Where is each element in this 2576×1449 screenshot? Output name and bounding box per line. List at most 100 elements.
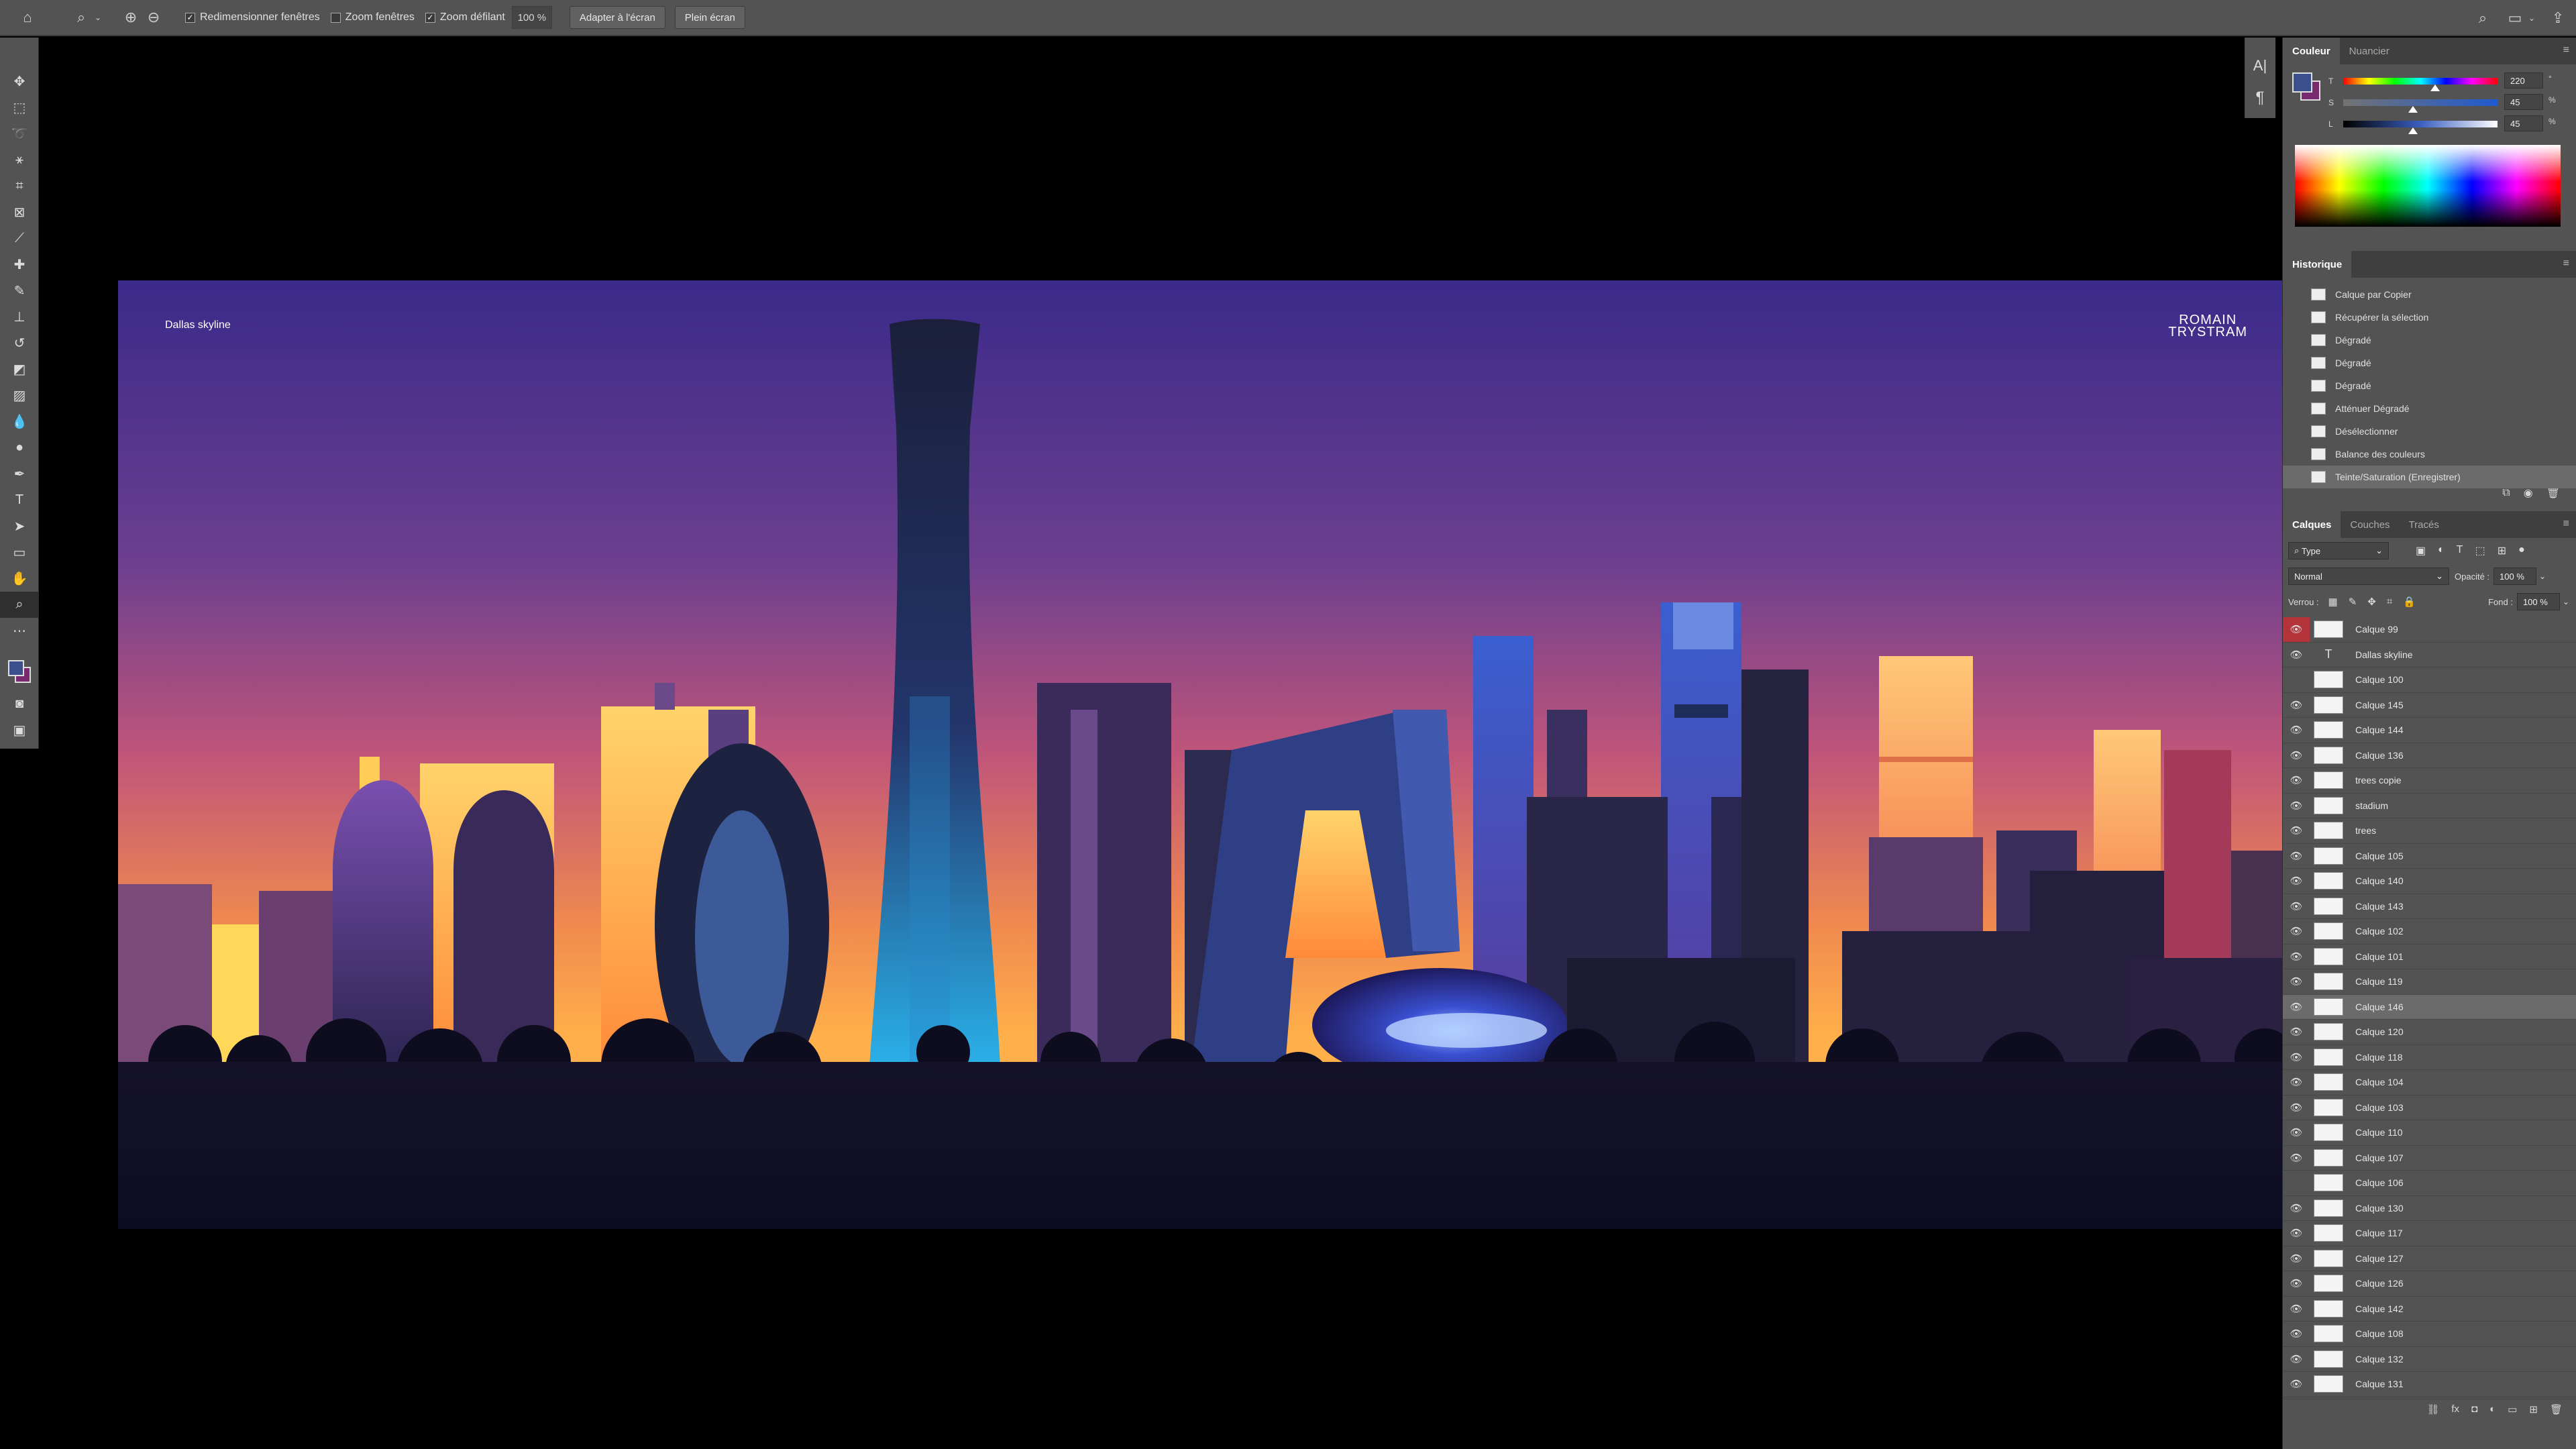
- layer-row[interactable]: 👁 trees copie: [2283, 768, 2576, 794]
- visibility-eye-icon[interactable]: 👁: [2283, 749, 2310, 761]
- tab-color[interactable]: Couleur: [2283, 38, 2340, 64]
- history-item[interactable]: Calque par Copier: [2283, 283, 2576, 306]
- new-group-folder-icon[interactable]: ▭: [2508, 1403, 2517, 1415]
- saturation-slider[interactable]: [2343, 99, 2498, 106]
- adjustment-layer-icon[interactable]: ◐: [2489, 1403, 2496, 1415]
- visibility-eye-icon[interactable]: 👁: [2283, 1001, 2310, 1013]
- gradient-tool-icon[interactable]: ▨: [0, 382, 39, 409]
- visibility-eye-icon[interactable]: 👁: [2283, 900, 2310, 912]
- history-item[interactable]: Dégradé: [2283, 329, 2576, 352]
- fit-screen-button[interactable]: Adapter à l'écran: [569, 6, 665, 29]
- hue-slider[interactable]: [2343, 78, 2498, 85]
- link-layers-icon[interactable]: ⛓: [2426, 1403, 2439, 1415]
- zoom-tool-icon[interactable]: ⌕: [0, 592, 39, 618]
- layer-row[interactable]: 👁 Calque 118: [2283, 1045, 2576, 1070]
- layer-row[interactable]: 👁 Calque 142: [2283, 1297, 2576, 1322]
- layer-row[interactable]: 👁 Calque 107: [2283, 1146, 2576, 1171]
- add-mask-icon[interactable]: ◘: [2471, 1403, 2477, 1415]
- tab-layers[interactable]: Calques: [2283, 511, 2341, 538]
- panel-menu-icon[interactable]: ≡: [2563, 44, 2569, 56]
- t-value-field[interactable]: 220: [2504, 72, 2543, 89]
- lasso-tool-icon[interactable]: ➰: [0, 121, 39, 147]
- visibility-eye-icon[interactable]: 👁: [2283, 875, 2310, 887]
- rectangle-tool-icon[interactable]: ▭: [0, 539, 39, 566]
- layer-row[interactable]: 👁 Calque 140: [2283, 869, 2576, 894]
- chevron-down-icon[interactable]: ⌄: [2539, 572, 2546, 581]
- lock-artboard-icon[interactable]: ⌗: [2387, 596, 2392, 608]
- visibility-eye-icon[interactable]: 👁: [2283, 975, 2310, 987]
- filter-smart-object-icon[interactable]: ⊞: [2498, 544, 2506, 557]
- opacity-field[interactable]: 100 %: [2493, 568, 2537, 585]
- visibility-eye-icon[interactable]: 👁: [2283, 1277, 2310, 1289]
- scrubby-zoom-checkbox[interactable]: ✓ Zoom défilant: [425, 11, 505, 23]
- zoom-windows-checkbox[interactable]: Zoom fenêtres: [330, 11, 415, 23]
- visibility-eye-icon[interactable]: 👁: [2283, 1152, 2310, 1164]
- layer-row[interactable]: 👁 Calque 105: [2283, 844, 2576, 869]
- layer-row[interactable]: 👁 trees: [2283, 818, 2576, 844]
- history-item[interactable]: Atténuer Dégradé: [2283, 397, 2576, 420]
- tab-swatches[interactable]: Nuancier: [2340, 38, 2399, 64]
- layer-row[interactable]: Calque 106: [2283, 1171, 2576, 1196]
- visibility-eye-icon[interactable]: 👁: [2283, 1328, 2310, 1340]
- lightness-slider[interactable]: [2343, 121, 2498, 127]
- color-swatches[interactable]: [0, 644, 38, 691]
- filter-toggle-icon[interactable]: ●: [2518, 544, 2525, 557]
- history-item[interactable]: Teinte/Saturation (Enregistrer): [2283, 466, 2576, 488]
- history-item[interactable]: Dégradé: [2283, 374, 2576, 397]
- tab-channels[interactable]: Couches: [2341, 511, 2399, 538]
- filter-pixel-icon[interactable]: ▣: [2416, 544, 2426, 557]
- layer-style-fx-icon[interactable]: fx: [2451, 1403, 2459, 1415]
- visibility-eye-icon[interactable]: 👁: [2283, 1076, 2310, 1088]
- visibility-eye-icon[interactable]: 👁: [2283, 617, 2310, 642]
- blur-tool-icon[interactable]: 💧: [0, 409, 39, 435]
- path-selection-tool-icon[interactable]: ➤: [0, 513, 39, 539]
- foreground-color-swatch[interactable]: [8, 660, 24, 676]
- workspace-icon[interactable]: ▭: [2504, 7, 2526, 30]
- saturation-slider-thumb[interactable]: [2408, 106, 2418, 113]
- layer-row[interactable]: 👁 Calque 144: [2283, 718, 2576, 743]
- visibility-eye-icon[interactable]: 👁: [2283, 1227, 2310, 1239]
- history-item[interactable]: Récupérer la sélection: [2283, 306, 2576, 329]
- trash-icon[interactable]: 🗑: [2550, 1403, 2563, 1415]
- hand-tool-icon[interactable]: ✋: [0, 566, 39, 592]
- history-brush-tool-icon[interactable]: ↺: [0, 330, 39, 356]
- layer-row[interactable]: 👁 Calque 136: [2283, 743, 2576, 768]
- layer-row[interactable]: 👁 T Dallas skyline: [2283, 643, 2576, 667]
- filter-shape-icon[interactable]: ⬚: [2475, 544, 2485, 557]
- visibility-eye-icon[interactable]: 👁: [2283, 1126, 2310, 1138]
- marquee-tool-icon[interactable]: ⬚: [0, 95, 39, 121]
- layer-row[interactable]: 👁 Calque 99: [2283, 617, 2576, 643]
- type-tool-icon[interactable]: T: [0, 487, 39, 513]
- history-item[interactable]: Balance des couleurs: [2283, 443, 2576, 466]
- layer-row[interactable]: 👁 Calque 131: [2283, 1372, 2576, 1397]
- layer-row[interactable]: 👁 Calque 126: [2283, 1271, 2576, 1297]
- chevron-down-icon[interactable]: ⌄: [2526, 7, 2537, 30]
- filter-type-icon[interactable]: T: [2457, 544, 2463, 557]
- tab-paths[interactable]: Tracés: [2400, 511, 2449, 538]
- search-icon[interactable]: ⌕: [2471, 7, 2494, 30]
- layer-row[interactable]: 👁 Calque 130: [2283, 1196, 2576, 1221]
- zoom-out-icon[interactable]: ⊖: [142, 6, 165, 29]
- layer-row[interactable]: 👁 Calque 104: [2283, 1070, 2576, 1095]
- layer-row[interactable]: 👁 Calque 102: [2283, 919, 2576, 945]
- visibility-eye-icon[interactable]: 👁: [2283, 1102, 2310, 1114]
- history-item[interactable]: Désélectionner: [2283, 420, 2576, 443]
- visibility-eye-icon[interactable]: 👁: [2283, 824, 2310, 837]
- lightness-slider-thumb[interactable]: [2408, 127, 2418, 134]
- eraser-tool-icon[interactable]: ◩: [0, 356, 39, 382]
- visibility-eye-icon[interactable]: 👁: [2283, 951, 2310, 963]
- layer-row[interactable]: 👁 Calque 145: [2283, 693, 2576, 718]
- layer-filter-select[interactable]: ⌕ Type ⌄: [2288, 542, 2389, 559]
- document-canvas[interactable]: Dallas skyline ROMAIN TRYSTRAM: [39, 38, 2285, 1449]
- resize-windows-checkbox[interactable]: ✓ Redimensionner fenêtres: [185, 11, 320, 23]
- visibility-eye-icon[interactable]: 👁: [2283, 724, 2310, 736]
- chevron-down-icon[interactable]: ⌄: [93, 6, 103, 29]
- lock-transparent-icon[interactable]: ▦: [2328, 596, 2338, 608]
- brush-tool-icon[interactable]: ✎: [0, 278, 39, 304]
- visibility-eye-icon[interactable]: 👁: [2283, 774, 2310, 786]
- screen-mode-icon[interactable]: ▣: [0, 717, 39, 743]
- visibility-eye-icon[interactable]: 👁: [2283, 699, 2310, 711]
- quick-mask-icon[interactable]: ◙: [0, 691, 39, 717]
- layer-row[interactable]: 👁 Calque 127: [2283, 1246, 2576, 1271]
- layer-row[interactable]: 👁 Calque 108: [2283, 1322, 2576, 1347]
